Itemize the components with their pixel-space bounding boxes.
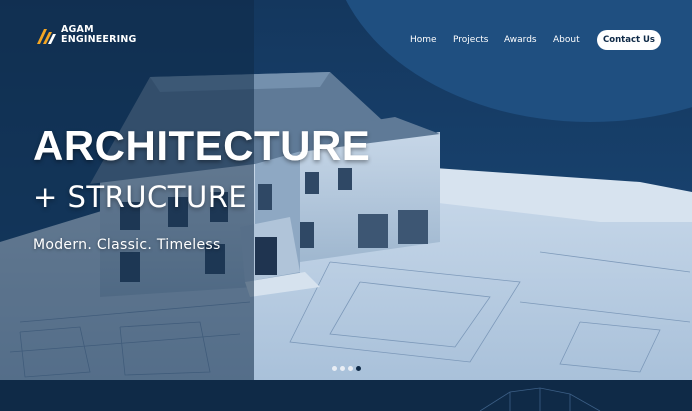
carousel-dot-1[interactable] <box>332 366 337 371</box>
carousel-dot-4[interactable] <box>356 366 361 371</box>
hero-subtitle: + STRUCTURE <box>33 180 248 214</box>
brand-name-line2: ENGINEERING <box>61 34 137 45</box>
house-sketch-image <box>479 387 601 411</box>
brand-logo[interactable]: AGAM ENGINEERING <box>36 25 137 45</box>
carousel-dots <box>332 366 361 371</box>
brand-name: AGAM ENGINEERING <box>61 25 137 45</box>
carousel-dot-2[interactable] <box>340 366 345 371</box>
hero-tagline: Modern. Classic. Timeless <box>33 237 221 253</box>
nav-home[interactable]: Home <box>410 35 437 45</box>
logo-mark-icon <box>37 29 56 44</box>
nav-awards[interactable]: Awards <box>504 35 537 45</box>
nav-projects[interactable]: Projects <box>453 35 488 45</box>
hero-title: ARCHITECTURE <box>33 122 371 169</box>
contact-us-button[interactable]: Contact Us <box>597 30 661 50</box>
carousel-dot-3[interactable] <box>348 366 353 371</box>
nav-about[interactable]: About <box>553 35 580 45</box>
